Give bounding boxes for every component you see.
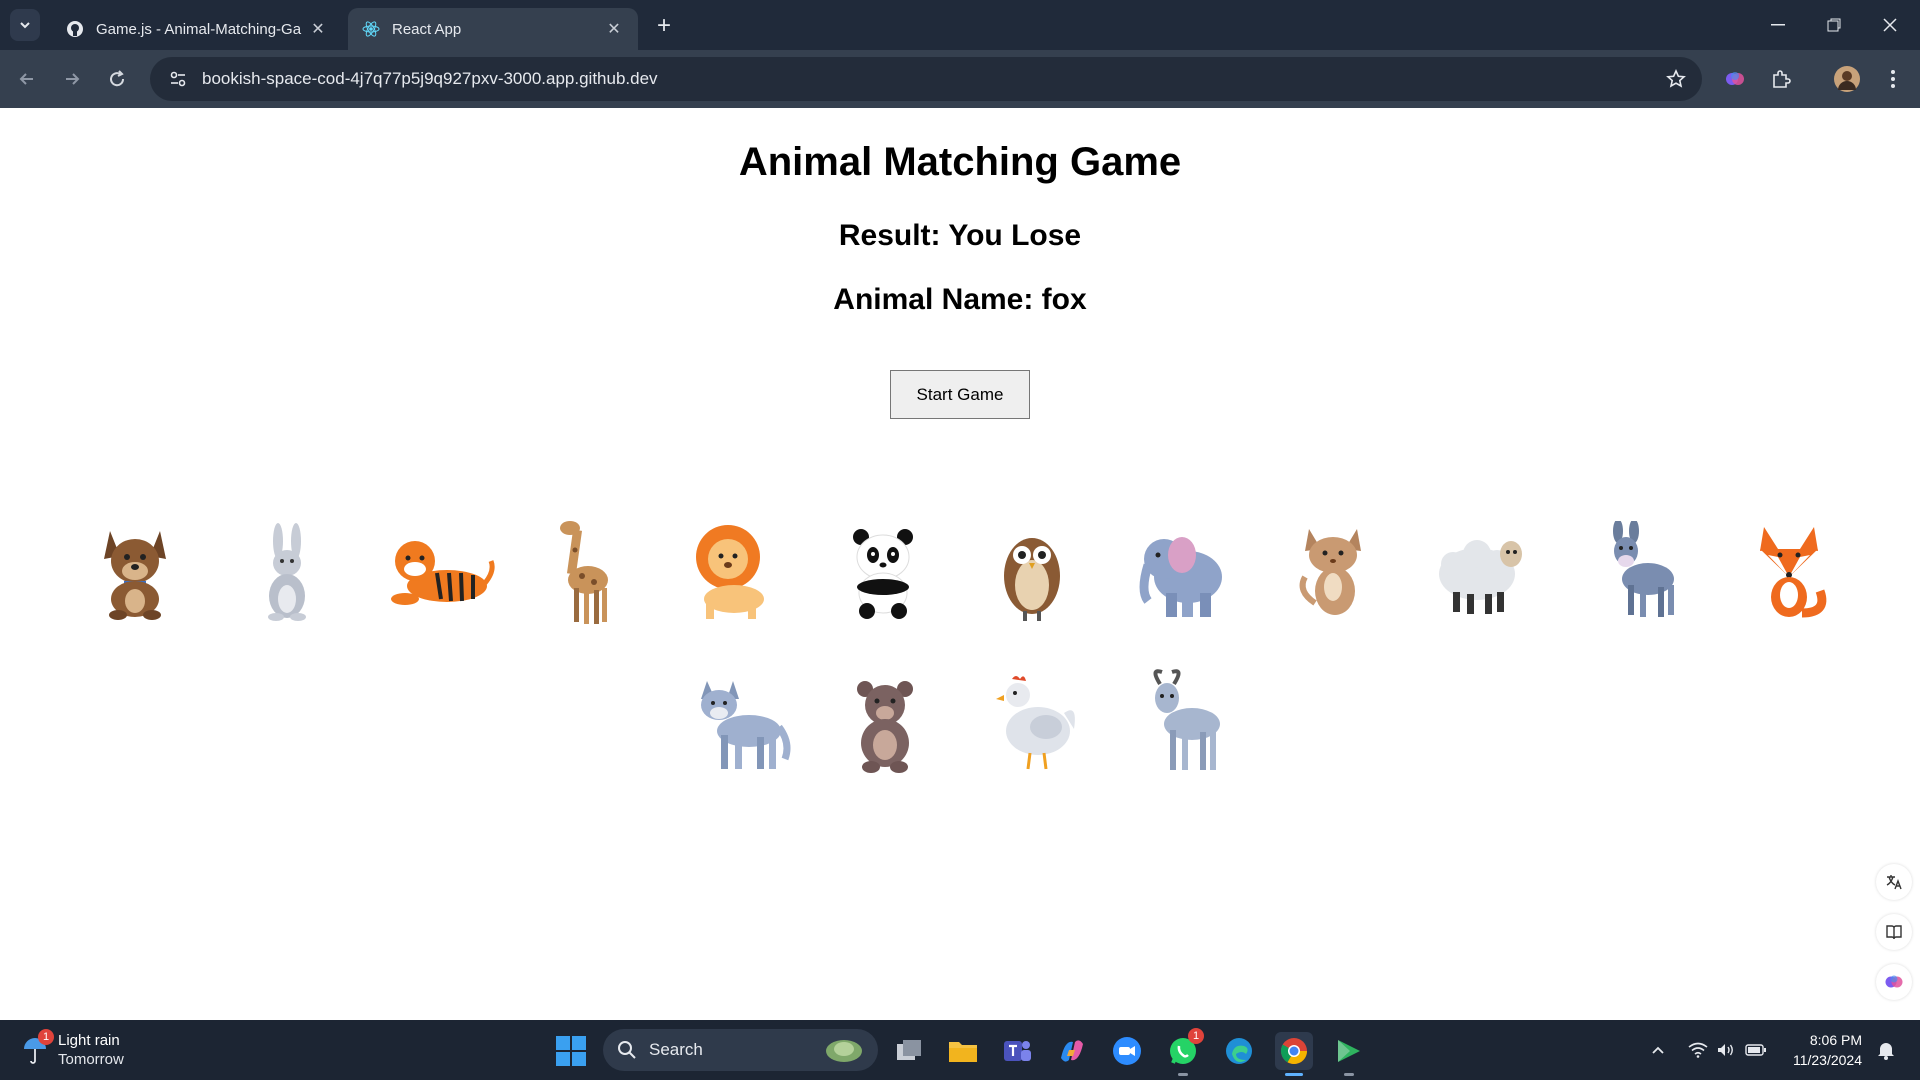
animal-lion[interactable] xyxy=(675,516,785,626)
running-indicator xyxy=(1344,1073,1354,1076)
ai-app-icon[interactable] xyxy=(1330,1032,1368,1076)
teams-icon[interactable] xyxy=(998,1032,1036,1070)
animal-owl[interactable] xyxy=(977,516,1087,626)
taskbar-search[interactable]: Search xyxy=(603,1029,878,1071)
animal-cat[interactable] xyxy=(1280,516,1390,626)
clock-time: 8:06 PM xyxy=(1809,1032,1862,1048)
animal-elephant[interactable] xyxy=(1125,516,1235,626)
file-explorer-icon[interactable] xyxy=(944,1032,982,1070)
taskbar: 1 Light rain Tomorrow Search 1 8:06 PM 1… xyxy=(0,1020,1920,1080)
tab-search-button[interactable] xyxy=(10,9,40,41)
animal-bear[interactable] xyxy=(830,668,940,778)
search-label: Search xyxy=(649,1040,703,1059)
extensions-icon[interactable] xyxy=(1764,62,1798,96)
forward-icon[interactable] xyxy=(55,62,89,96)
windows-start-icon[interactable] xyxy=(556,1036,586,1066)
result-text: Result: You Lose xyxy=(838,219,1082,252)
close-window-icon[interactable] xyxy=(1862,0,1918,50)
address-bar[interactable]: bookish-space-cod-4j7q77p5j9q927pxv-3000… xyxy=(150,57,1702,101)
github-icon xyxy=(66,20,84,38)
url-text: bookish-space-cod-4j7q77p5j9q927pxv-3000… xyxy=(202,69,658,88)
tab-react-app[interactable]: React App ✕ xyxy=(348,8,638,50)
restore-icon[interactable] xyxy=(1806,0,1862,50)
profile-avatar[interactable] xyxy=(1830,62,1864,96)
copilot-app-icon[interactable] xyxy=(1053,1032,1091,1070)
task-view-icon[interactable] xyxy=(890,1032,928,1070)
whatsapp-icon[interactable]: 1 xyxy=(1164,1028,1204,1076)
animal-donkey[interactable] xyxy=(1585,516,1695,626)
page-content: Animal Matching Game Result: You Lose An… xyxy=(0,108,1920,1020)
clock-date: 11/23/2024 xyxy=(1792,1052,1862,1068)
animal-chicken[interactable] xyxy=(980,668,1090,778)
taskbar-clock[interactable]: 8:06 PM 11/23/2024 xyxy=(1782,1030,1862,1070)
volume-icon[interactable] xyxy=(1714,1036,1738,1064)
edge-icon[interactable] xyxy=(1220,1032,1258,1070)
tab-title: React App xyxy=(392,20,462,38)
animal-fox[interactable] xyxy=(1735,516,1845,626)
back-icon[interactable] xyxy=(10,62,44,96)
weather-widget[interactable]: 1 Light rain Tomorrow xyxy=(22,1028,182,1072)
chevron-down-icon xyxy=(20,22,30,29)
notification-bell-icon[interactable] xyxy=(1874,1036,1898,1064)
animal-goat[interactable] xyxy=(1130,668,1240,778)
running-indicator xyxy=(1178,1073,1188,1076)
site-info-icon[interactable] xyxy=(156,57,200,101)
close-tab-icon[interactable]: ✕ xyxy=(604,19,624,39)
copilot-icon[interactable] xyxy=(1718,62,1752,96)
chrome-icon[interactable] xyxy=(1275,1032,1313,1076)
browser-toolbar: bookish-space-cod-4j7q77p5j9q927pxv-3000… xyxy=(0,50,1920,142)
animal-rabbit[interactable] xyxy=(232,516,342,626)
search-icon xyxy=(617,1040,637,1060)
minimize-icon[interactable] xyxy=(1750,0,1806,50)
zoom-icon[interactable] xyxy=(1108,1032,1146,1070)
reading-mode-icon[interactable] xyxy=(1876,914,1912,950)
tab-game-js[interactable]: Game.js - Animal-Matching-Ga ✕ xyxy=(52,8,342,50)
wifi-icon[interactable] xyxy=(1686,1036,1710,1064)
react-icon xyxy=(362,20,380,38)
animal-giraffe[interactable] xyxy=(530,516,640,626)
battery-icon[interactable] xyxy=(1744,1036,1768,1064)
show-hidden-icons-chevron[interactable] xyxy=(1646,1036,1670,1064)
animal-panda[interactable] xyxy=(828,516,938,626)
tab-strip: Game.js - Animal-Matching-Ga ✕ React App… xyxy=(0,0,1920,50)
animal-dog[interactable] xyxy=(80,516,190,626)
search-highlight-icon xyxy=(822,1035,866,1065)
weather-badge: 1 xyxy=(38,1029,54,1045)
bookmark-star-icon[interactable] xyxy=(1664,67,1688,91)
active-indicator xyxy=(1285,1073,1303,1076)
animal-wolf[interactable] xyxy=(688,668,798,778)
copilot-sidebar-icon[interactable] xyxy=(1876,964,1912,1000)
umbrella-icon: 1 xyxy=(22,1029,54,1065)
tab-title: Game.js - Animal-Matching-Ga xyxy=(96,20,302,38)
menu-kebab-icon[interactable] xyxy=(1876,62,1910,96)
page-title: Animal Matching Game xyxy=(738,140,1182,184)
animal-sheep[interactable] xyxy=(1428,516,1538,626)
new-tab-button[interactable]: + xyxy=(650,12,678,40)
close-tab-icon[interactable]: ✕ xyxy=(308,19,328,39)
reload-icon[interactable] xyxy=(100,62,134,96)
translate-icon[interactable] xyxy=(1876,864,1912,900)
weather-subtitle: Tomorrow xyxy=(58,1051,124,1068)
animal-tiger[interactable] xyxy=(385,516,495,626)
whatsapp-badge: 1 xyxy=(1188,1028,1204,1044)
weather-title: Light rain xyxy=(58,1032,120,1049)
animal-name-text: Animal Name: fox xyxy=(833,283,1087,316)
start-game-button[interactable]: Start Game xyxy=(890,370,1030,419)
